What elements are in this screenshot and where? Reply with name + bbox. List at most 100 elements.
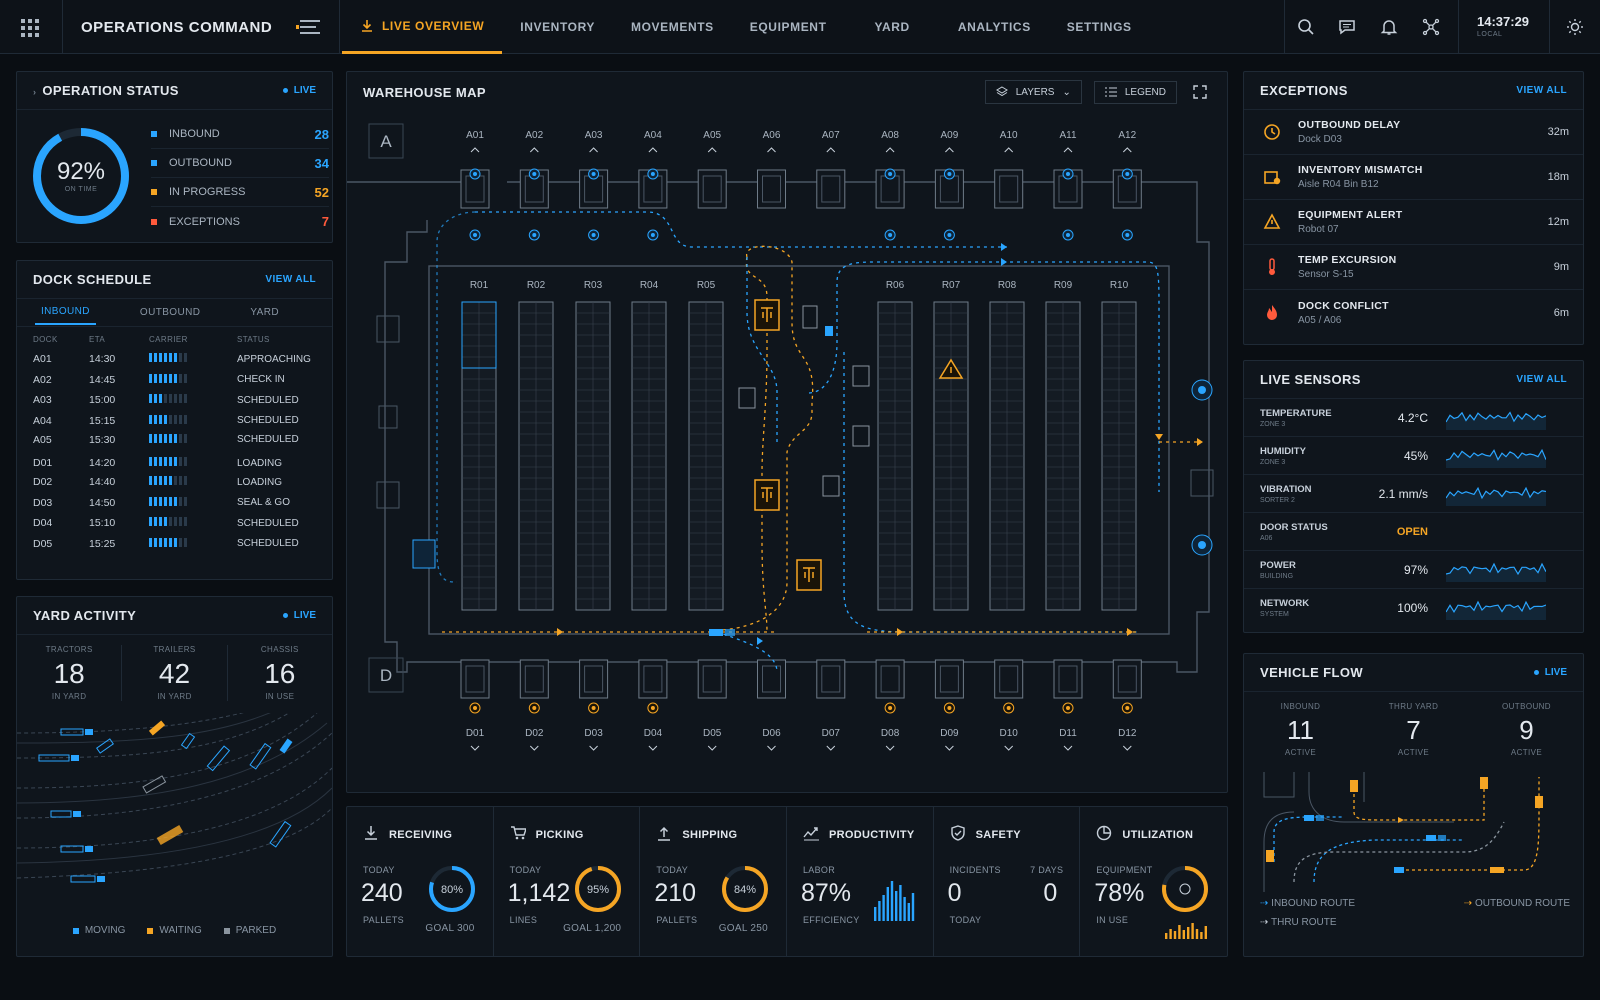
sensor-sparkline: [1446, 562, 1546, 582]
sensor-row[interactable]: DOOR STATUS A06 OPEN: [1244, 513, 1583, 551]
sensor-value: 4.2°C: [1397, 410, 1428, 425]
live-sensors-panel: LIVE SENSORS VIEW ALL TEMPERATURE ZONE 34…: [1243, 360, 1584, 633]
progress-segment: [169, 517, 172, 527]
layers-label: LAYERS: [1015, 86, 1055, 98]
rack-r05[interactable]: [688, 301, 724, 611]
exception-title: TEMP EXCURSION: [1298, 254, 1397, 266]
sensor-row[interactable]: NETWORK SYSTEM 100%: [1244, 589, 1583, 627]
kpi-receiving[interactable]: RECEIVING TODAY 240 PALLETS 80% GOAL 300: [347, 807, 494, 957]
dock-eta: 14:20: [89, 457, 116, 470]
dock-chevron-icon: [885, 147, 895, 153]
sensor-row[interactable]: POWER BUILDING 97%: [1244, 551, 1583, 589]
progress-segment: [159, 373, 162, 383]
progress-segment: [174, 537, 177, 547]
yard-map[interactable]: [17, 713, 332, 913]
status-row-exceptions[interactable]: EXCEPTIONS 7: [151, 207, 329, 236]
sensor-row[interactable]: TEMPERATURE ZONE 3 4.2°C: [1244, 399, 1583, 437]
table-row[interactable]: A03 15:00 SCHEDULED: [33, 390, 316, 411]
fullscreen-icon[interactable]: [1189, 85, 1211, 99]
warehouse-map[interactable]: A01 A02 A03 A04 A05 A06 A07 A08 A09 A10 A11 A12 D01…: [347, 112, 1227, 792]
apps-grid-icon[interactable]: [16, 14, 44, 42]
exception-item[interactable]: EQUIPMENT ALERT Robot 07 12m: [1244, 200, 1583, 245]
progress-segment: [184, 433, 187, 443]
progress-segment: [169, 394, 172, 404]
network-icon[interactable]: [1410, 0, 1452, 54]
tab-movements[interactable]: MOVEMENTS: [613, 0, 732, 54]
tab-live-overview[interactable]: LIVE OVERVIEW: [342, 0, 503, 54]
ring-label: 80%: [441, 884, 463, 896]
kpi-picking[interactable]: PICKING TODAY 1,142 LINES 95% GOAL 1,200: [494, 807, 641, 957]
table-row[interactable]: A04 15:15 SCHEDULED: [33, 411, 316, 432]
status-row-outbound[interactable]: OUTBOUND 34: [151, 149, 329, 178]
kpi-shipping[interactable]: SHIPPING TODAY 210 PALLETS 84% GOAL 250: [640, 807, 787, 957]
sensor-row[interactable]: VIBRATION SORTER 2 2.1 mm/s: [1244, 475, 1583, 513]
progress-segment: [169, 373, 172, 383]
kpi-productivity[interactable]: PRODUCTIVITY LABOR 87% EFFICIENCY: [787, 807, 934, 957]
carrier-progress: [149, 370, 237, 391]
sensor-dot-core: [532, 233, 537, 237]
vehicle-flow-map[interactable]: [1254, 772, 1574, 892]
menu-icon[interactable]: [296, 18, 322, 39]
bell-icon[interactable]: [1368, 0, 1410, 54]
table-row[interactable]: A05 15:30 SCHEDULED: [33, 431, 316, 452]
rack-r09[interactable]: [1045, 301, 1081, 611]
search-icon[interactable]: [1284, 0, 1326, 54]
tab-yard[interactable]: YARD: [845, 0, 940, 54]
exception-item[interactable]: OUTBOUND DELAY Dock D03 32m: [1244, 110, 1583, 155]
view-all-link[interactable]: VIEW ALL: [1516, 85, 1567, 96]
layers-dropdown[interactable]: LAYERS ⌄: [984, 80, 1082, 104]
kpi-safety[interactable]: SAFETY INCIDENTS 0 TODAY 7 DAYS 0: [934, 807, 1081, 957]
tab-equipment[interactable]: EQUIPMENT: [732, 0, 845, 54]
legend-button[interactable]: LEGEND: [1093, 80, 1177, 104]
tab-inventory[interactable]: INVENTORY: [502, 0, 613, 54]
status-row-in-progress[interactable]: IN PROGRESS 52: [151, 178, 329, 207]
dock-chevron-icon: [1122, 745, 1132, 751]
tab-settings[interactable]: SETTINGS: [1049, 0, 1150, 54]
kpi-utilization[interactable]: UTILIZATION EQUIPMENT 78% IN USE: [1080, 807, 1227, 957]
rack-label: R08: [998, 280, 1017, 291]
tab-analytics[interactable]: ANALYTICS: [940, 0, 1049, 54]
panel-header: DOCK SCHEDULE VIEW ALL: [17, 261, 332, 299]
rack-label: R01: [470, 280, 489, 291]
table-row[interactable]: D03 14:50 SEAL & GO: [33, 493, 316, 514]
rack-r08[interactable]: [989, 301, 1025, 611]
legend-label: LEGEND: [1124, 86, 1166, 98]
table-row[interactable]: A01 14:30 APPROACHING: [33, 349, 316, 370]
exception-text: DOCK CONFLICT A05 / A06: [1298, 300, 1389, 326]
rack-r07[interactable]: [933, 301, 969, 611]
progress-segment: [164, 433, 167, 443]
table-row[interactable]: D04 15:10 SCHEDULED: [33, 513, 316, 534]
exception-item[interactable]: DOCK CONFLICT A05 / A06 6m: [1244, 290, 1583, 335]
progress-segment: [174, 353, 177, 363]
tab-yard[interactable]: YARD: [244, 301, 285, 324]
rack-r02[interactable]: [518, 301, 554, 611]
progress-segment: [174, 496, 177, 506]
table-row[interactable]: D01 14:20 LOADING: [33, 452, 316, 473]
theme-toggle-icon[interactable]: [1550, 0, 1600, 54]
table-row[interactable]: D02 14:40 LOADING: [33, 472, 316, 493]
progress-segment: [159, 517, 162, 527]
chat-icon[interactable]: [1326, 0, 1368, 54]
table-row[interactable]: A02 14:45 CHECK IN: [33, 370, 316, 391]
exception-title: EQUIPMENT ALERT: [1298, 209, 1403, 221]
exception-item[interactable]: INVENTORY MISMATCH Aisle R04 Bin B12 18m: [1244, 155, 1583, 200]
rack-r03[interactable]: [575, 301, 611, 611]
rack-r06[interactable]: [877, 301, 913, 611]
rack-r04[interactable]: [631, 301, 667, 611]
exception-subtitle: Aisle R04 Bin B12: [1298, 179, 1379, 190]
sensor-dot-core: [650, 172, 655, 176]
view-all-link[interactable]: VIEW ALL: [1516, 374, 1567, 385]
view-all-link[interactable]: VIEW ALL: [265, 274, 316, 285]
table-row[interactable]: D05 15:25 SCHEDULED: [33, 534, 316, 555]
kpi-value: 240: [361, 879, 403, 907]
sensor-row[interactable]: HUMIDITY ZONE 3 45%: [1244, 437, 1583, 475]
rack-r10[interactable]: [1101, 301, 1137, 611]
collapse-caret-icon[interactable]: ›: [33, 87, 36, 97]
exception-item[interactable]: TEMP EXCURSION Sensor S-15 9m: [1244, 245, 1583, 290]
progress-segment: [179, 537, 182, 547]
tab-outbound[interactable]: OUTBOUND: [134, 301, 206, 324]
status-row-inbound[interactable]: INBOUND 28: [151, 120, 329, 149]
progress-bars: [149, 517, 187, 527]
tab-inbound[interactable]: INBOUND: [35, 300, 96, 325]
rack-r01[interactable]: [461, 301, 497, 611]
